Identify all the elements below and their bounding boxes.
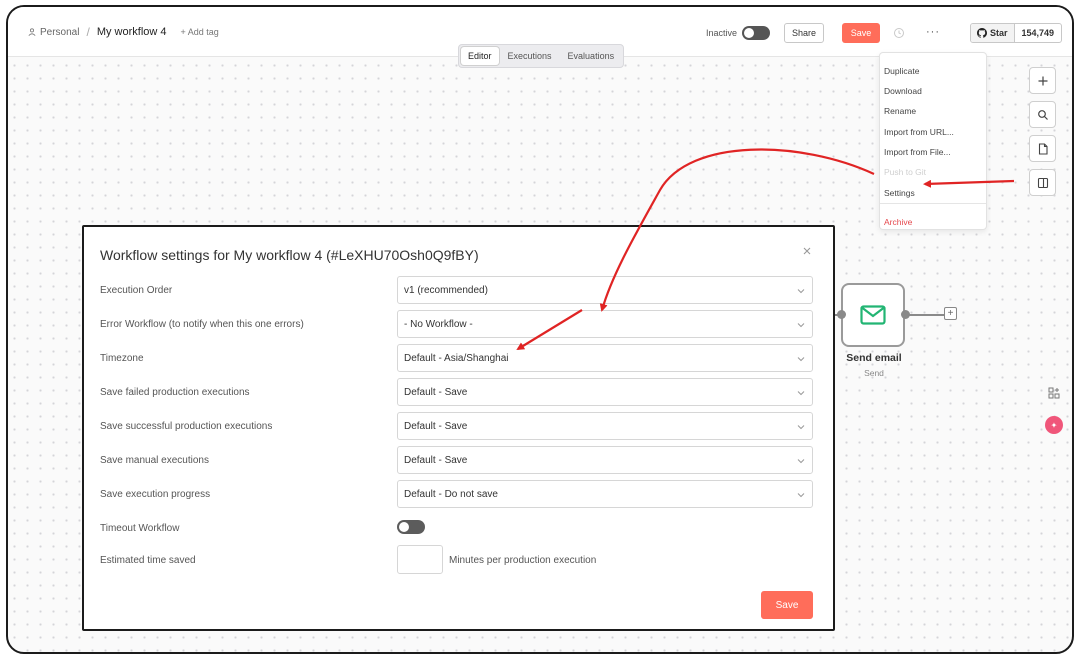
error-workflow-label: Error Workflow (to notify when this one … [100, 319, 304, 330]
plus-icon [1038, 76, 1047, 85]
save-failed-executions-select[interactable]: Default - Save [397, 378, 813, 406]
github-star-count: 154,749 [1021, 28, 1055, 38]
search-tool-button[interactable] [1029, 101, 1056, 128]
panel-toggle-tool-button[interactable] [1029, 169, 1056, 196]
save-manual-executions-select[interactable]: Default - Save [397, 446, 813, 474]
menu-item-rename[interactable]: Rename [884, 106, 916, 116]
ai-assistant-icon[interactable]: ✦ [1045, 416, 1063, 434]
add-next-node-button[interactable]: + [944, 307, 957, 320]
chevron-down-icon [797, 425, 805, 430]
user-icon [28, 28, 36, 36]
select-value: Default - Asia/Shanghai [404, 353, 509, 364]
add-tag-button[interactable]: + Add tag [181, 27, 219, 37]
chevron-down-icon [797, 459, 805, 464]
execution-order-label: Execution Order [100, 285, 173, 296]
select-value: Default - Save [404, 421, 468, 432]
select-value: v1 (recommended) [404, 285, 488, 296]
workflow-active-toggle[interactable] [742, 26, 770, 40]
github-icon [977, 28, 987, 38]
workflow-settings-dialog: Workflow settings for My workflow 4 (#Le… [82, 225, 835, 631]
save-execution-progress-label: Save execution progress [100, 489, 211, 500]
save-manual-executions-label: Save manual executions [100, 455, 209, 466]
github-star-button[interactable]: Star [971, 24, 1015, 42]
github-star-label: Star [990, 28, 1008, 38]
breadcrumb-owner[interactable]: Personal [40, 27, 79, 38]
select-value: Default - Save [404, 387, 468, 398]
node-subtitle: Send [864, 368, 884, 378]
save-successful-executions-select[interactable]: Default - Save [397, 412, 813, 440]
sticky-note-tool-button[interactable] [1029, 135, 1056, 162]
sidebar-panel-icon [1037, 177, 1048, 188]
send-email-node[interactable] [841, 283, 905, 347]
close-icon[interactable] [801, 245, 813, 257]
node-title: Send email [846, 352, 902, 364]
view-tabs: Editor Executions Evaluations [458, 44, 625, 68]
execution-order-select[interactable]: v1 (recommended) [397, 276, 813, 304]
app-window: Personal / My workflow 4 + Add tag Inact… [6, 5, 1074, 654]
toggle-knob [399, 522, 409, 532]
menu-item-download[interactable]: Download [884, 86, 922, 96]
tab-evaluations[interactable]: Evaluations [561, 47, 622, 65]
dialog-title: Workflow settings for My workflow 4 (#Le… [100, 247, 479, 263]
timeout-workflow-label: Timeout Workflow [100, 523, 180, 534]
menu-item-duplicate[interactable]: Duplicate [884, 66, 919, 76]
search-icon [1037, 109, 1048, 120]
document-icon [1038, 142, 1048, 155]
breadcrumb-separator: / [86, 25, 90, 39]
save-successful-executions-label: Save successful production executions [100, 421, 273, 432]
node-library-icon[interactable] [1045, 384, 1063, 402]
menu-item-import-url[interactable]: Import from URL... [884, 127, 954, 137]
chevron-down-icon [797, 391, 805, 396]
more-options-icon[interactable]: ··· [926, 26, 940, 38]
menu-item-settings[interactable]: Settings [884, 188, 915, 198]
history-icon[interactable] [893, 27, 905, 39]
save-failed-executions-label: Save failed production executions [100, 387, 250, 398]
time-saved-caption: Minutes per production execution [449, 555, 597, 566]
workflow-name[interactable]: My workflow 4 [97, 26, 167, 38]
breadcrumb: Personal / My workflow 4 + Add tag [28, 25, 219, 39]
estimated-time-saved-label: Estimated time saved [100, 555, 196, 566]
workflow-options-menu: Duplicate Download Rename Import from UR… [879, 52, 987, 230]
timezone-label: Timezone [100, 353, 144, 364]
save-button[interactable]: Save [842, 23, 880, 43]
error-workflow-select[interactable]: - No Workflow - [397, 310, 813, 338]
menu-item-archive[interactable]: Archive [884, 217, 912, 227]
tab-executions[interactable]: Executions [501, 47, 559, 65]
select-value: - No Workflow - [404, 319, 473, 330]
timeout-workflow-toggle[interactable] [397, 520, 425, 534]
save-settings-button[interactable]: Save [761, 591, 813, 619]
menu-item-import-file[interactable]: Import from File... [884, 147, 951, 157]
output-connection [909, 314, 944, 316]
time-saved-input[interactable] [397, 545, 443, 574]
add-node-tool-button[interactable] [1029, 67, 1056, 94]
share-button[interactable]: Share [784, 23, 824, 43]
chevron-down-icon [797, 289, 805, 294]
github-star-widget[interactable]: Star 154,749 [970, 23, 1063, 43]
menu-divider [880, 203, 986, 204]
select-value: Default - Save [404, 455, 468, 466]
save-execution-progress-select[interactable]: Default - Do not save [397, 480, 813, 508]
chevron-down-icon [797, 357, 805, 362]
envelope-icon [860, 305, 886, 325]
timezone-select[interactable]: Default - Asia/Shanghai [397, 344, 813, 372]
select-value: Default - Do not save [404, 489, 498, 500]
workflow-status-label: Inactive [706, 28, 738, 38]
tab-editor[interactable]: Editor [461, 47, 499, 65]
chevron-down-icon [797, 493, 805, 498]
input-handle[interactable] [837, 310, 846, 319]
toggle-knob [744, 28, 754, 38]
menu-item-push-to-git: Push to Git [884, 167, 927, 177]
chevron-down-icon [797, 323, 805, 328]
